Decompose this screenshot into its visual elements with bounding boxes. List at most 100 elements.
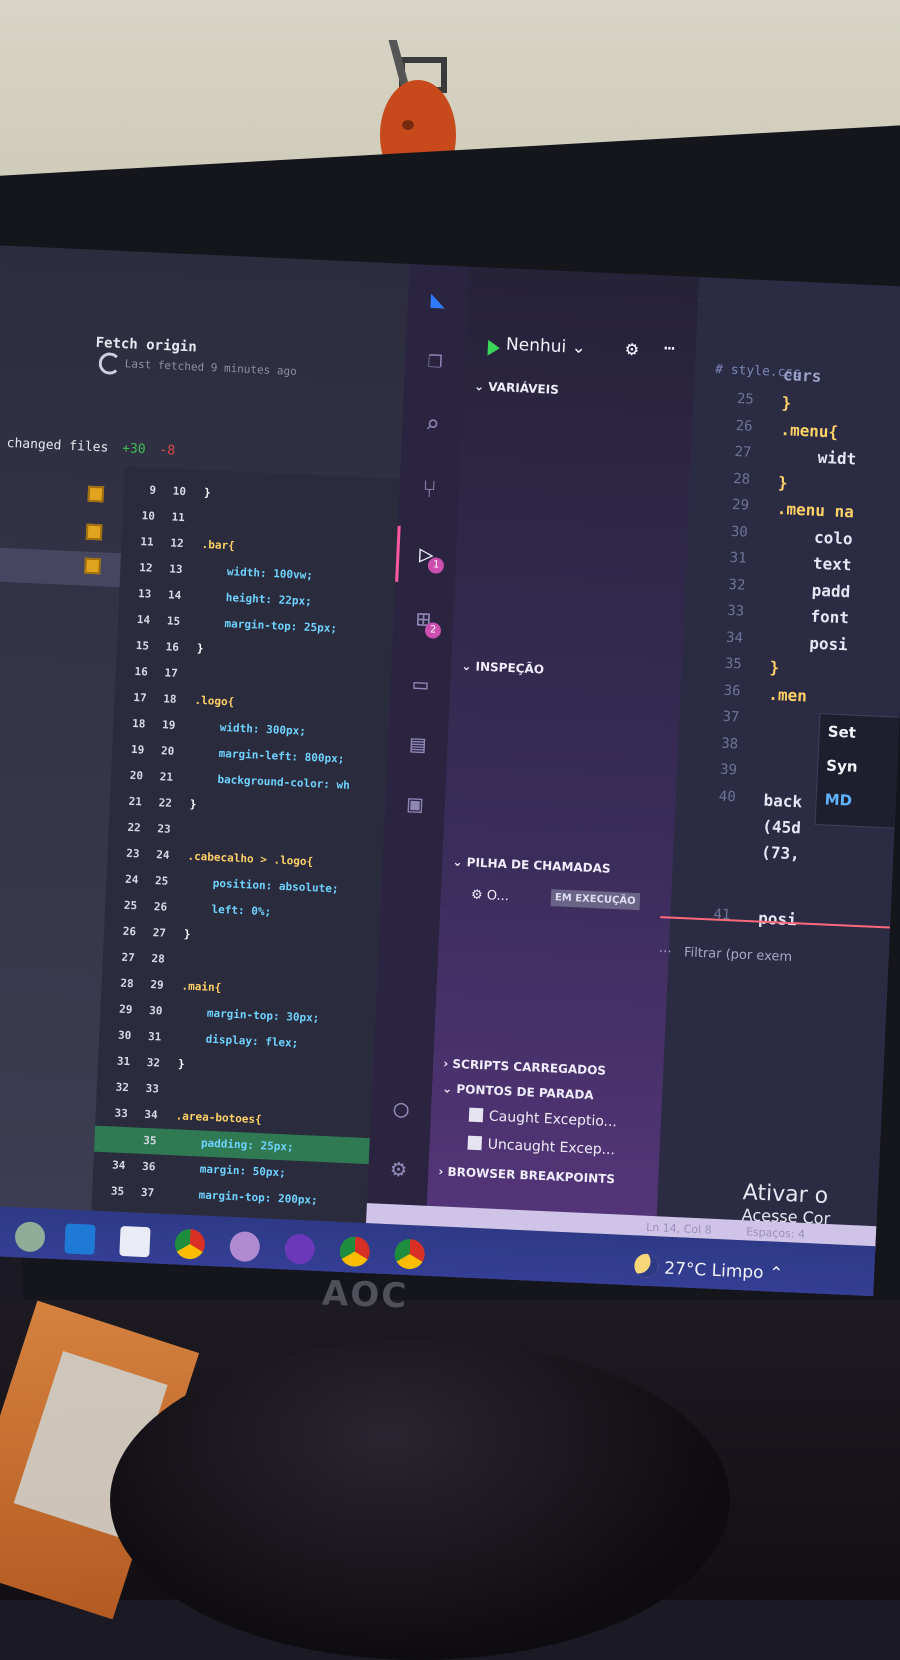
weather-temp: 27°C <box>663 1258 707 1281</box>
file-row-selected[interactable] <box>0 546 122 588</box>
new-line-number: 18 <box>163 692 177 706</box>
new-line-number: 26 <box>153 900 168 914</box>
editor-line-number: 30 <box>730 523 749 541</box>
github-desktop-icon[interactable] <box>284 1233 316 1265</box>
editor-line-number: 35 <box>724 655 743 673</box>
call-stack-section[interactable]: ⌄ PILHA DE CHAMADAS <box>452 855 611 876</box>
caught-exceptions-checkbox[interactable]: Caught Exceptio... <box>468 1107 618 1131</box>
terminal-icon[interactable]: ▣ <box>400 789 429 819</box>
variables-section[interactable]: ⌄ VARIÁVEIS <box>474 379 559 397</box>
settings-gear-icon[interactable]: ⚙ <box>384 1154 413 1183</box>
new-line-number: 30 <box>148 1004 163 1018</box>
file-row[interactable] <box>0 513 123 554</box>
editor-line-code: text <box>774 551 852 575</box>
chrome-icon[interactable] <box>174 1228 206 1260</box>
breakpoints-label: PONTOS DE PARADA <box>456 1082 594 1103</box>
old-line-number: 11 <box>140 535 154 549</box>
start-debugging-icon[interactable] <box>487 339 501 357</box>
explorer-icon[interactable]: ❐ <box>421 345 450 374</box>
run-config-select[interactable]: Nenhui ⌄ <box>506 335 587 359</box>
word-icon[interactable] <box>119 1225 151 1258</box>
old-line-number: 19 <box>130 742 145 757</box>
running-badge: EM EXECUÇÃO <box>550 889 640 911</box>
changed-files-label: 3 changed files <box>0 435 109 456</box>
chrome-icon[interactable] <box>339 1235 371 1268</box>
tooltip-line: Set <box>827 722 857 742</box>
editor-line-code: } <box>777 472 789 492</box>
old-line-number: 32 <box>115 1080 130 1095</box>
new-line-number: 27 <box>152 926 167 940</box>
diff-view: 9 10} 10 11 11 12 .bar{12 13 width: 100vw; 13 14 … <box>91 466 400 1224</box>
old-line-number: 24 <box>124 872 139 887</box>
vscode-icon[interactable] <box>64 1223 96 1255</box>
call-stack-item[interactable]: ⚙ O... <box>471 887 510 904</box>
watch-label: INSPEÇÃO <box>475 659 545 677</box>
chrome-icon[interactable] <box>393 1238 426 1270</box>
mousepad <box>110 1340 730 1660</box>
cursor-position[interactable]: Ln 14, Col 8 <box>646 1221 712 1237</box>
file-modified-icon <box>85 523 103 541</box>
new-line-number: 10 <box>172 484 187 499</box>
loaded-scripts-section[interactable]: › SCRIPTS CARREGADOS <box>443 1056 606 1077</box>
caught-exceptions-label: Caught Exceptio... <box>488 1108 618 1131</box>
old-line-number: 15 <box>135 639 150 653</box>
checkbox[interactable] <box>468 1107 484 1123</box>
editor-line-number: 27 <box>734 443 752 461</box>
uncaught-exceptions-checkbox[interactable]: Uncaught Excep... <box>467 1135 615 1158</box>
editor-line-number: 28 <box>732 470 751 488</box>
diff-code: } <box>189 797 197 811</box>
new-line-number: 17 <box>164 666 179 680</box>
indentation[interactable]: Espaços: 4 <box>746 1225 806 1241</box>
new-line-number: 23 <box>157 822 171 836</box>
old-line-number: 13 <box>137 587 152 601</box>
editor-line-code: .menu{ <box>780 419 839 442</box>
editor-line-number: 37 <box>722 708 740 726</box>
old-line-number: 16 <box>134 665 149 679</box>
browser-breakpoints-section[interactable]: › BROWSER BREAKPOINTS <box>438 1164 615 1186</box>
new-line-number: 16 <box>165 640 180 654</box>
new-line-number: 15 <box>166 614 181 629</box>
call-stack-item-label: O... <box>486 888 510 905</box>
diff-code: .main{ <box>181 979 222 995</box>
new-line-number: 14 <box>167 588 182 603</box>
source-control-icon[interactable]: ⑂ <box>415 475 444 504</box>
app-icon[interactable] <box>229 1230 261 1263</box>
whatsapp-icon[interactable] <box>14 1221 46 1253</box>
search-icon[interactable]: ⌕ <box>418 410 447 439</box>
diff-code: .bar{ <box>201 537 236 553</box>
run-config-label: Nenhui <box>505 334 567 358</box>
diff-code: } <box>196 641 204 656</box>
new-line-number: 22 <box>158 796 173 810</box>
refresh-icon[interactable] <box>98 352 122 376</box>
monitor-screen: Fetch origin Last fetched 9 minutes ago … <box>0 245 900 1297</box>
notebook-icon[interactable]: ▤ <box>403 729 432 759</box>
call-stack-label: PILHA DE CHAMADAS <box>466 855 611 876</box>
old-line-number: 31 <box>116 1054 131 1069</box>
debug-settings-icon[interactable]: ⚙ <box>625 336 638 361</box>
old-line-number: 30 <box>117 1028 132 1043</box>
editor-line-code: } <box>781 393 792 413</box>
old-line-number: 27 <box>121 950 136 965</box>
breakpoints-section[interactable]: ⌄ PONTOS DE PARADA <box>442 1081 594 1102</box>
watch-section[interactable]: ⌄ INSPEÇÃO <box>461 659 544 677</box>
new-line-number: 29 <box>150 978 164 992</box>
checkbox[interactable] <box>467 1135 483 1151</box>
new-line-number: 11 <box>171 510 186 525</box>
file-row[interactable] <box>0 475 124 516</box>
new-line-number: 31 <box>147 1029 162 1044</box>
weather-widget[interactable]: 27°C Limpo ⌃ <box>664 1259 784 1284</box>
file-modified-icon <box>87 485 105 503</box>
tooltip-link[interactable]: MD <box>824 790 852 809</box>
account-icon[interactable]: ◯ <box>387 1094 416 1123</box>
remote-explorer-icon[interactable]: ▭ <box>406 669 435 699</box>
editor-line-code: padd <box>772 578 851 601</box>
weather-moon-icon <box>633 1253 659 1279</box>
more-actions-icon[interactable]: ⋯ <box>664 338 676 359</box>
new-line-number: 37 <box>140 1185 155 1200</box>
vscode-logo-icon: ◣ <box>430 285 446 314</box>
editor-line-code: .men <box>768 684 808 706</box>
new-line-number: 28 <box>151 952 166 966</box>
editor-line-number: 38 <box>720 735 739 752</box>
editor-line-code: .menu na <box>776 498 855 522</box>
old-line-number: 35 <box>110 1184 125 1199</box>
